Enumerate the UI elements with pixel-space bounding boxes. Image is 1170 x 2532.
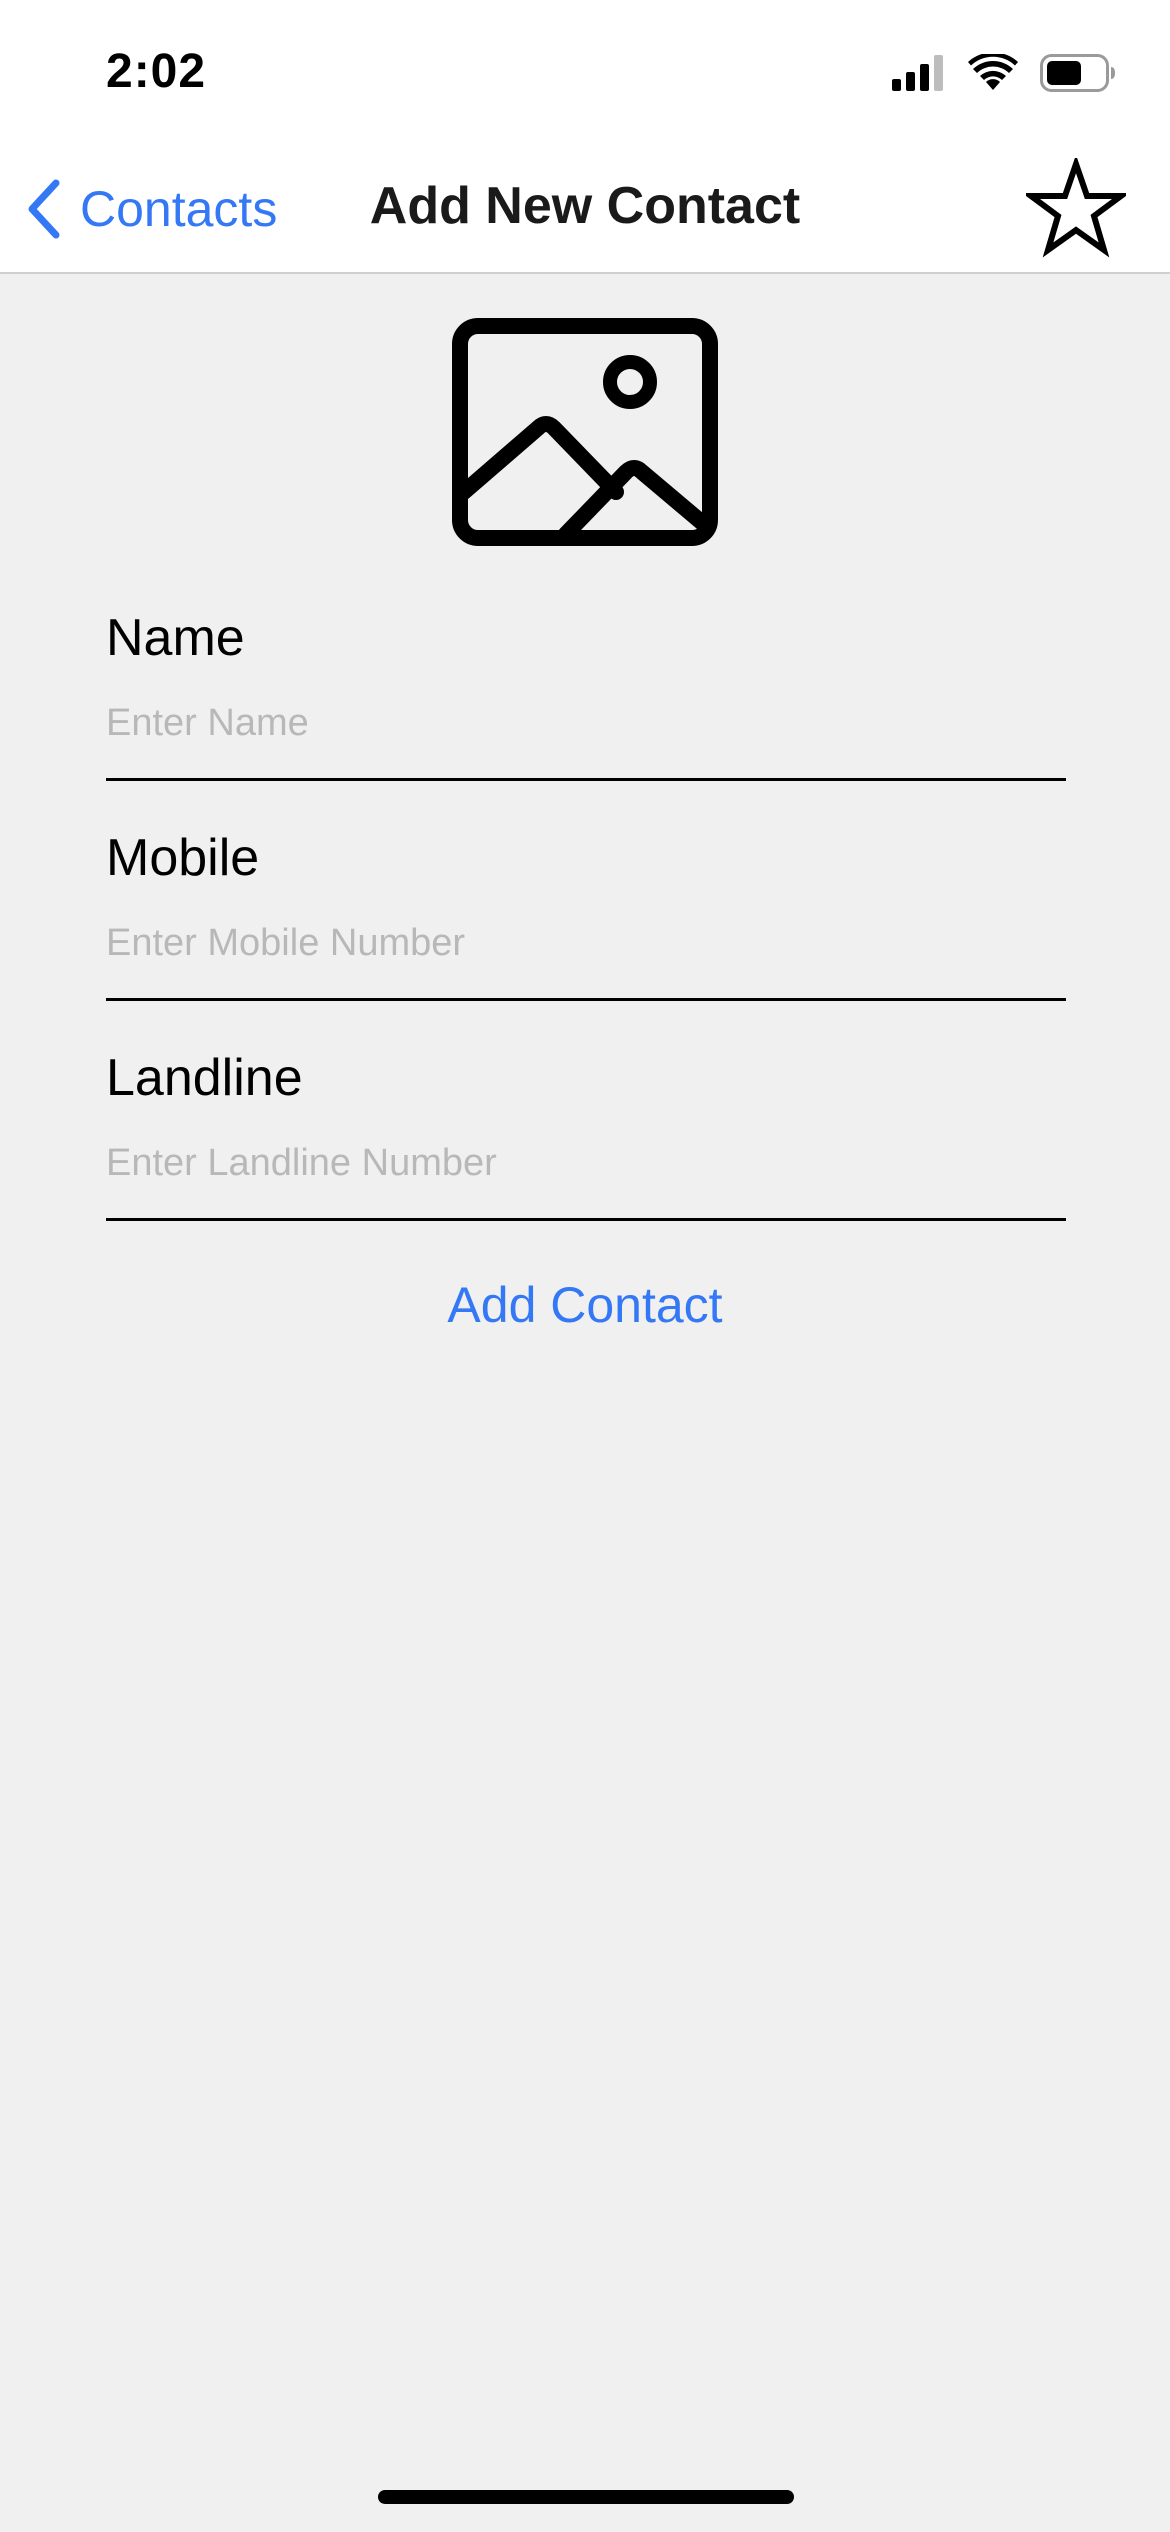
name-input[interactable] [106, 692, 1066, 754]
name-field-group: Name [106, 608, 1066, 784]
wifi-icon [968, 54, 1018, 90]
mobile-input[interactable] [106, 912, 1066, 974]
home-indicator[interactable] [378, 2490, 794, 2504]
signal-icon [892, 55, 943, 91]
page-title: Add New Contact [369, 177, 801, 235]
battery-icon [1040, 54, 1115, 92]
image-placeholder-icon [452, 318, 718, 546]
name-label: Name [106, 609, 245, 667]
landline-input[interactable] [106, 1132, 1066, 1194]
mobile-label: Mobile [106, 829, 260, 887]
add-contact-screen: 2:02 Contacts Add New Contact Name Enter… [0, 0, 1170, 2532]
status-time: 2:02 [106, 45, 207, 98]
contact-photo-button[interactable] [450, 316, 720, 548]
mobile-field-group: Mobile [106, 828, 1066, 1004]
landline-underline [106, 1218, 1066, 1221]
name-underline [106, 778, 1066, 781]
status-bar: 2:02 [0, 0, 1170, 144]
landline-field-group: Landline [106, 1048, 1066, 1224]
star-icon [1021, 154, 1131, 258]
navigation-bar: Contacts Add New Contact [0, 144, 1170, 274]
favorite-button[interactable] [1021, 154, 1131, 258]
landline-label: Landline [106, 1049, 303, 1107]
mobile-underline [106, 998, 1066, 1001]
status-icons [892, 54, 1116, 92]
add-contact-button[interactable]: Add Contact [0, 1276, 1170, 1334]
